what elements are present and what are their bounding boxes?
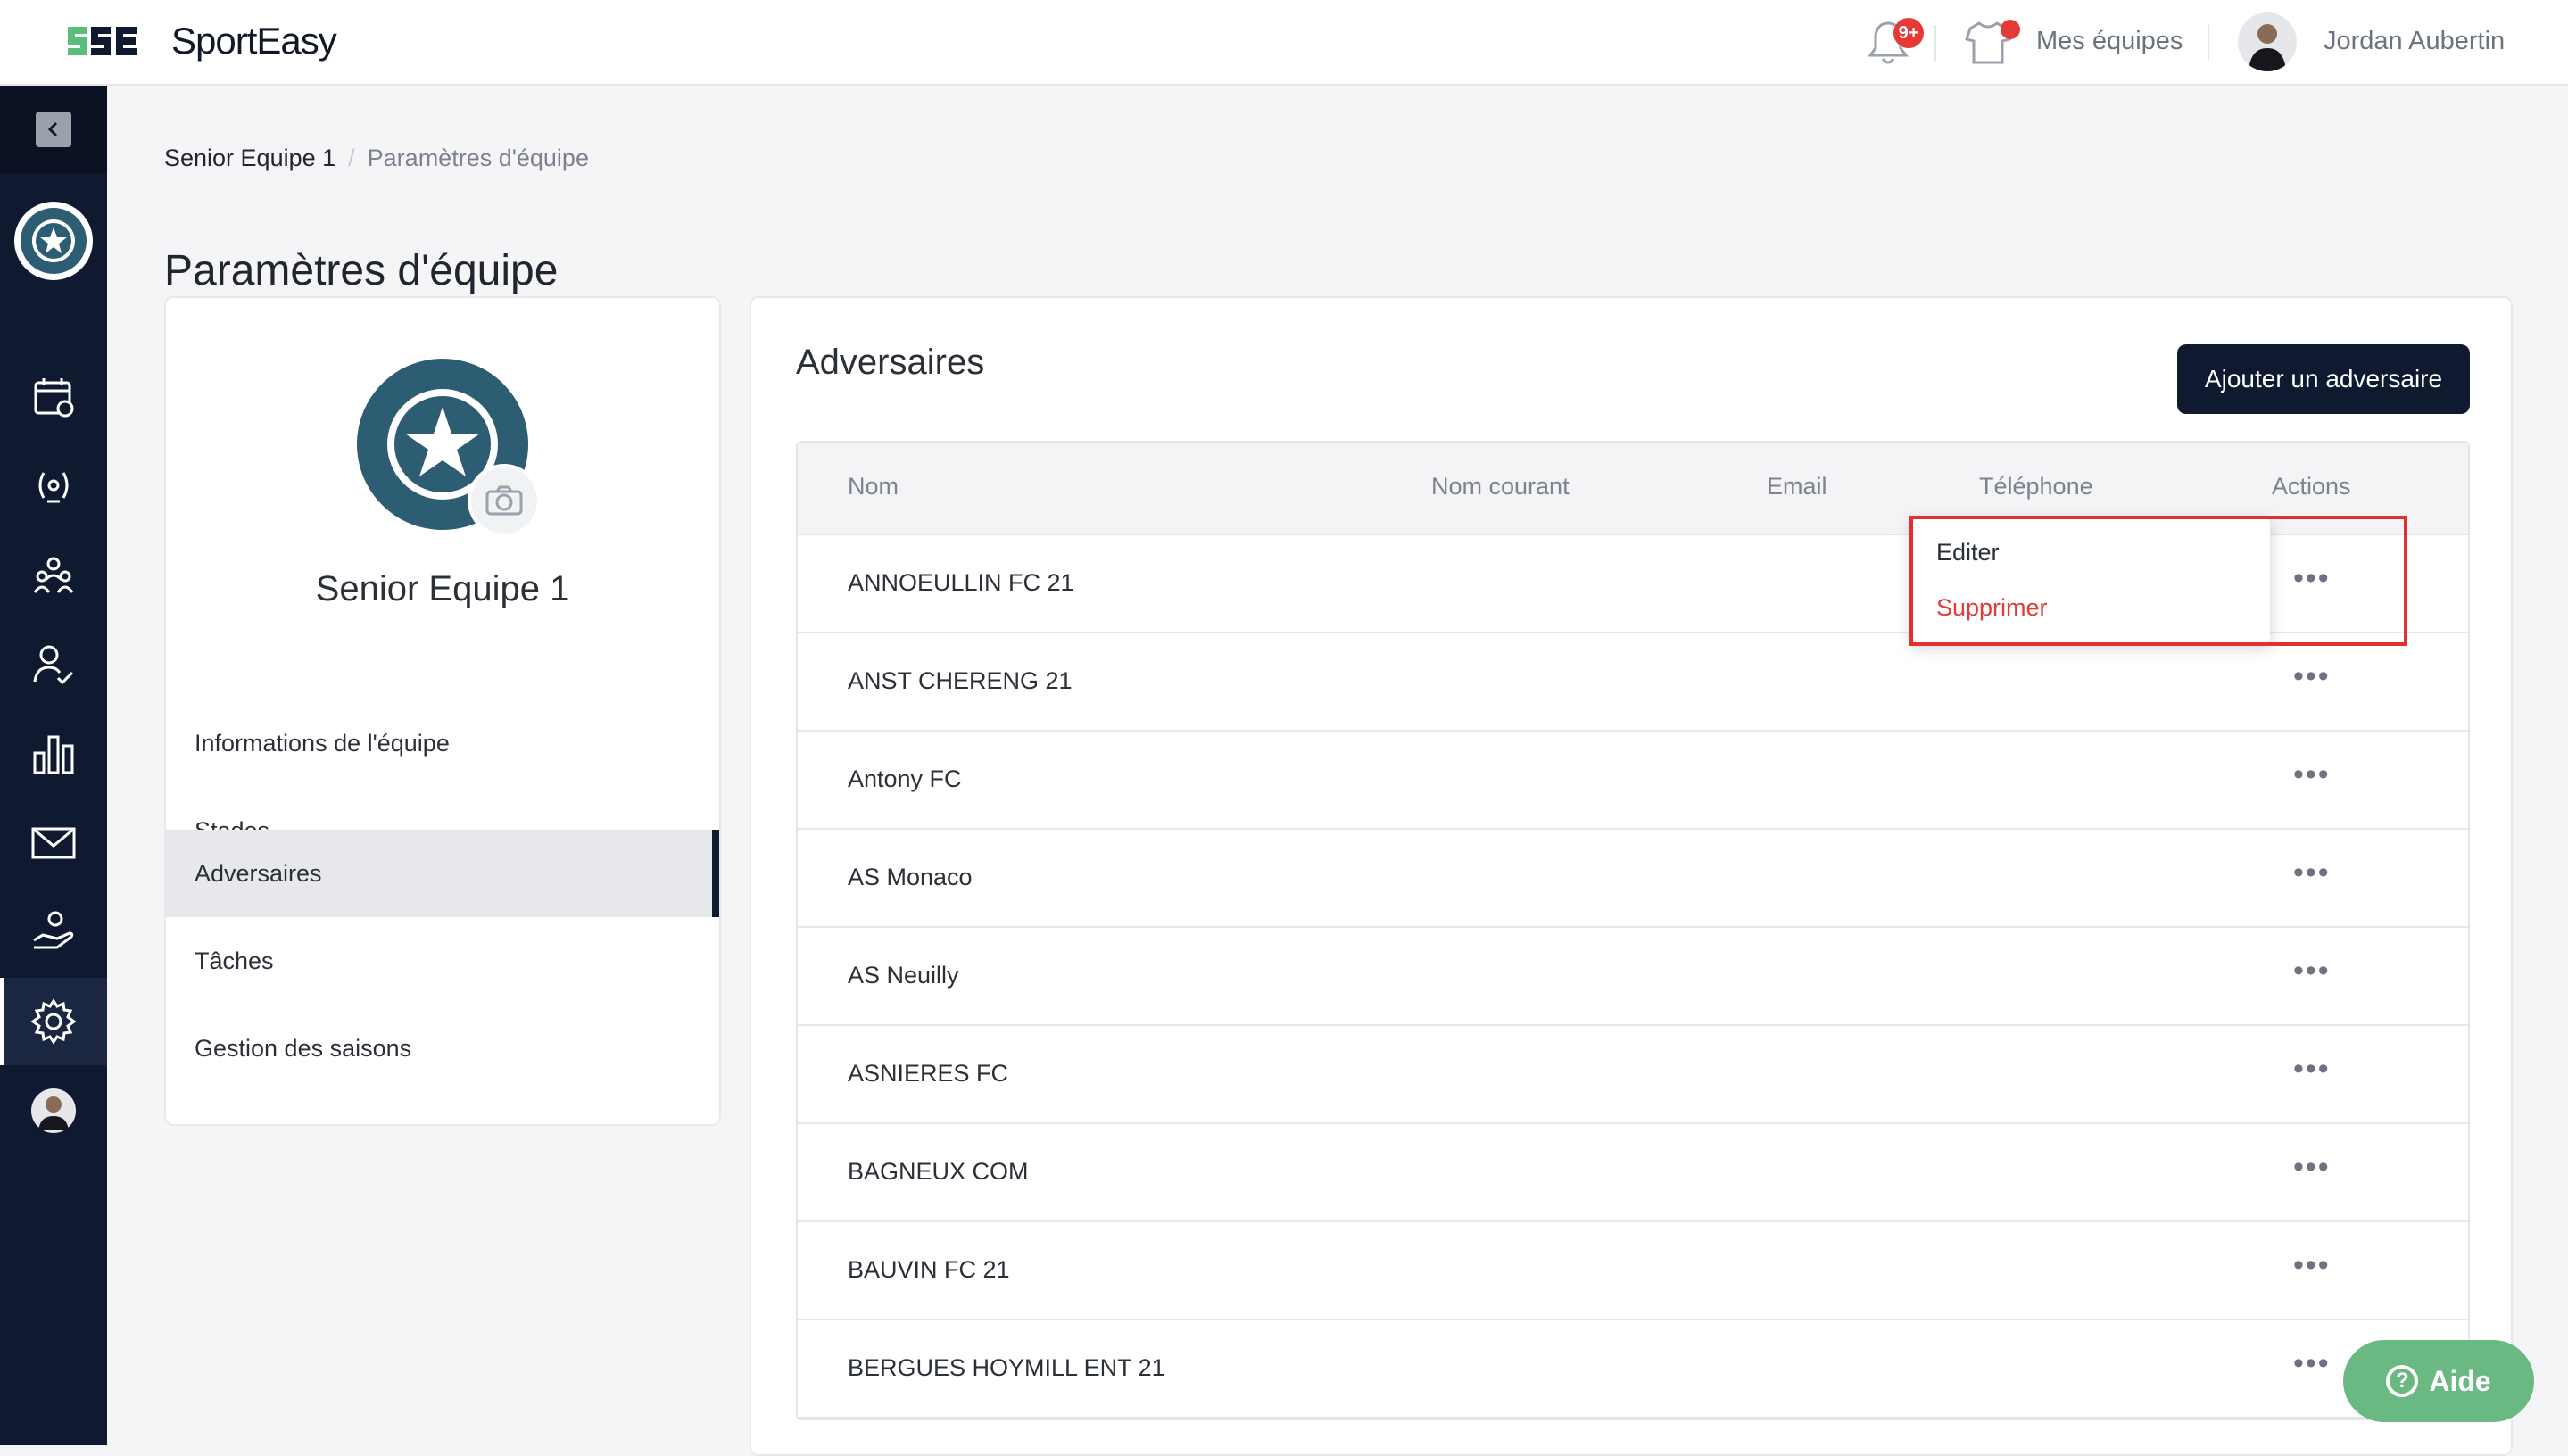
teams-shirt-button[interactable] xyxy=(1963,18,2020,68)
top-bar: SportEasy 9+ Mes équipes Jordan Aubertin xyxy=(0,0,2568,86)
calendar-icon xyxy=(34,378,74,418)
sidebar-item-sponsors[interactable] xyxy=(0,889,107,976)
column-header-short-name[interactable]: Nom courant xyxy=(1431,473,1570,500)
sidebar-team-logo[interactable] xyxy=(14,202,93,280)
camera-icon xyxy=(485,485,523,516)
sidebar-item-members[interactable] xyxy=(0,621,107,708)
sidebar-collapse xyxy=(0,86,107,173)
row-actions-button[interactable]: ••• xyxy=(2293,1152,2331,1182)
page-title: Paramètres d'équipe xyxy=(164,247,559,295)
table-row: ANST CHERENG 21 ••• xyxy=(798,633,2468,732)
divider xyxy=(1934,25,1936,61)
teams-alert-dot xyxy=(2001,20,2020,39)
laurel-icon xyxy=(38,472,69,503)
profile-avatar-icon xyxy=(31,1088,76,1133)
menu-item-tasks[interactable]: Tâches xyxy=(166,917,719,1005)
table-row: AS Monaco ••• xyxy=(798,830,2468,928)
breadcrumb: Senior Equipe 1 / Paramètres d'équipe xyxy=(164,145,589,172)
row-actions-button[interactable]: ••• xyxy=(2293,1250,2331,1280)
add-opponent-button[interactable]: Ajouter un adversaire xyxy=(2177,344,2470,414)
menu-item-opponents[interactable]: Adversaires xyxy=(166,830,719,917)
table-row: BAUVIN FC 21 ••• xyxy=(798,1222,2468,1320)
opponent-name: BAUVIN FC 21 xyxy=(848,1256,1010,1283)
sidebar-item-stats[interactable] xyxy=(0,710,107,798)
my-teams-link[interactable]: Mes équipes xyxy=(2036,27,2183,56)
opponent-name: ASNIERES FC xyxy=(848,1060,1009,1087)
column-header-name[interactable]: Nom xyxy=(848,473,899,500)
gear-icon xyxy=(30,998,77,1045)
column-header-actions: Actions xyxy=(2272,473,2351,500)
team-emblem-icon xyxy=(21,208,87,274)
app-name: SportEasy xyxy=(171,20,337,62)
table-row: BERGUES HOYMILL ENT 21 ••• xyxy=(798,1320,2468,1419)
sidebar xyxy=(0,86,107,1445)
sporteasy-logo-icon xyxy=(68,27,137,55)
opponents-card: Adversaires Ajouter un adversaire Nom No… xyxy=(750,296,2513,1456)
opponent-name: Antony FC xyxy=(848,765,962,792)
opponent-name: ANST CHERENG 21 xyxy=(848,667,1073,694)
team-name: Senior Equipe 1 xyxy=(315,569,570,608)
user-avatar[interactable] xyxy=(2238,12,2297,71)
avatar-icon xyxy=(2249,24,2286,71)
question-icon: ? xyxy=(2386,1365,2419,1397)
notification-count-badge: 9+ xyxy=(1893,18,1924,48)
table-row: ASNIERES FC ••• xyxy=(798,1026,2468,1124)
sponsor-hand-icon xyxy=(33,911,74,949)
opponent-name: AS Monaco xyxy=(848,864,973,890)
table-row: AS Neuilly ••• xyxy=(798,928,2468,1026)
app-logo[interactable]: SportEasy xyxy=(64,20,337,62)
section-title: Adversaires xyxy=(796,343,985,382)
row-actions-button[interactable]: ••• xyxy=(2293,563,2331,593)
table-row: BAGNEUX COM ••• xyxy=(798,1124,2468,1222)
column-header-phone[interactable]: Téléphone xyxy=(1979,473,2093,500)
sidebar-item-calendar[interactable] xyxy=(0,353,107,441)
row-actions-button[interactable]: ••• xyxy=(2293,956,2331,986)
chevron-left-icon xyxy=(47,121,58,137)
help-label: Aide xyxy=(2429,1364,2491,1397)
table-row: Antony FC ••• xyxy=(798,732,2468,830)
collapse-sidebar-button[interactable] xyxy=(36,112,71,147)
row-actions-button[interactable]: ••• xyxy=(2293,661,2331,691)
breadcrumb-separator: / xyxy=(348,145,355,171)
sidebar-item-competitions[interactable] xyxy=(0,443,107,530)
breadcrumb-page: Paramètres d'équipe xyxy=(367,145,589,171)
menu-item-seasons[interactable]: Gestion des saisons xyxy=(166,1005,719,1092)
user-name[interactable]: Jordan Aubertin xyxy=(2324,27,2505,56)
breadcrumb-team[interactable]: Senior Equipe 1 xyxy=(164,145,335,172)
sidebar-item-messages[interactable] xyxy=(0,799,107,887)
opponent-name: ANNOEULLIN FC 21 xyxy=(848,569,1074,596)
mail-icon xyxy=(31,827,76,859)
opponent-name: BAGNEUX COM xyxy=(848,1158,1029,1185)
player-check-icon xyxy=(33,645,74,685)
edit-opponent-option[interactable]: Editer xyxy=(1936,539,2000,567)
team-icon xyxy=(33,557,74,593)
row-actions-button[interactable]: ••• xyxy=(2293,1348,2331,1378)
column-header-email[interactable]: Email xyxy=(1767,473,1827,500)
notifications-button[interactable]: 9+ xyxy=(1865,18,1924,68)
row-actions-button[interactable]: ••• xyxy=(2293,1054,2331,1084)
help-button[interactable]: ? Aide xyxy=(2343,1340,2534,1422)
opponent-name: AS Neuilly xyxy=(848,962,959,989)
divider xyxy=(2208,25,2209,61)
sidebar-item-team[interactable] xyxy=(0,532,107,619)
menu-item-team-info[interactable]: Informations de l'équipe xyxy=(166,699,719,787)
row-actions-dropdown: Editer Supprimer xyxy=(1911,516,2270,642)
team-settings-nav-card: Senior Equipe 1 Informations de l'équipe… xyxy=(164,296,721,1126)
row-actions-button[interactable]: ••• xyxy=(2293,759,2331,790)
sidebar-item-profile[interactable] xyxy=(0,1067,107,1154)
sidebar-item-settings[interactable] xyxy=(0,978,107,1065)
opponent-name: BERGUES HOYMILL ENT 21 xyxy=(848,1354,1165,1381)
stats-icon xyxy=(33,735,74,774)
delete-opponent-option[interactable]: Supprimer xyxy=(1936,594,2048,622)
change-logo-button[interactable] xyxy=(468,464,541,537)
row-actions-button[interactable]: ••• xyxy=(2293,857,2331,888)
